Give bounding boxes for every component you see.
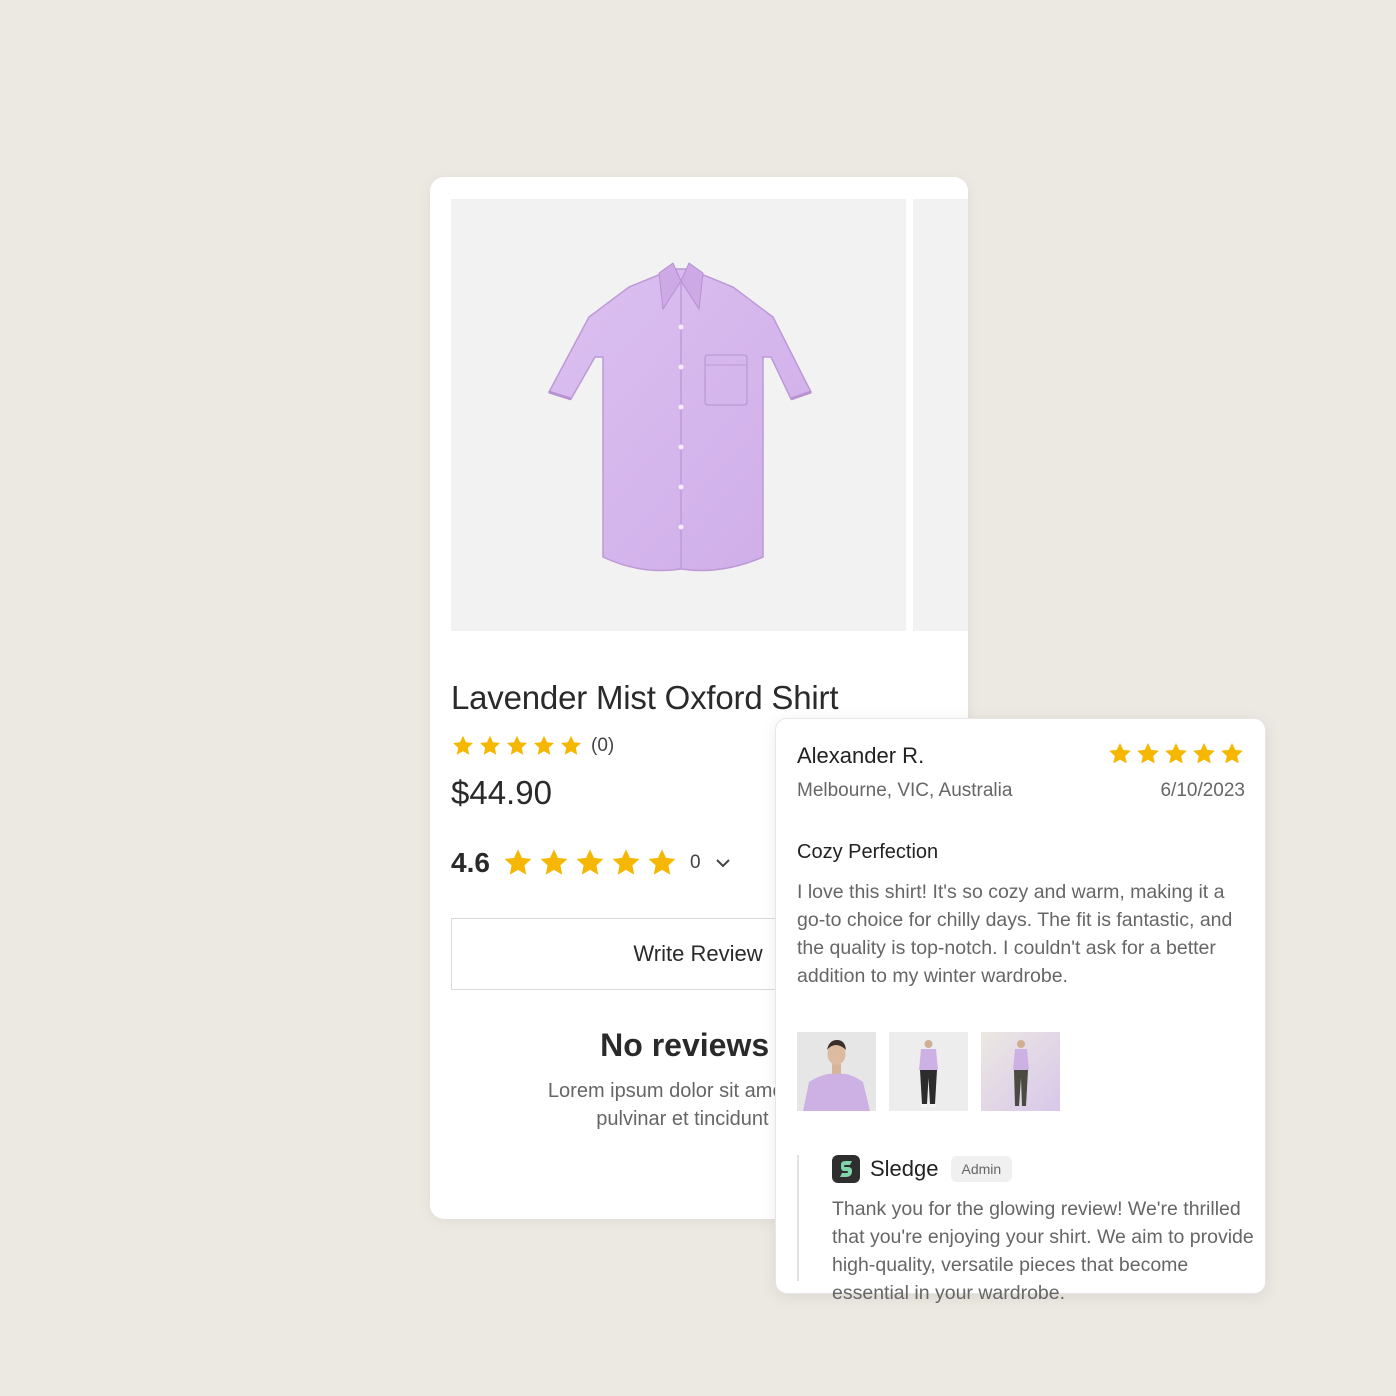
sledge-logo-icon (832, 1155, 860, 1183)
review-photo[interactable] (981, 1032, 1060, 1111)
review-photos (797, 1032, 1060, 1111)
star-icon (561, 735, 581, 755)
review-count: 0 (689, 852, 701, 873)
model-closeup-photo (797, 1032, 876, 1111)
average-rating-value: 4.6 (451, 847, 490, 878)
review-date: 6/10/2023 (1160, 780, 1245, 801)
admin-reply: Sledge Admin Thank you for the glowing r… (797, 1155, 1254, 1304)
reviewer-name: Alexander R. (797, 743, 925, 768)
star-icon (1165, 742, 1187, 764)
star-icon (1137, 742, 1159, 764)
product-rating[interactable]: (0) (451, 734, 614, 758)
chevron-down-icon[interactable] (715, 858, 731, 868)
review-photo[interactable] (889, 1032, 968, 1111)
average-rating-stars (502, 847, 678, 879)
next-product-image[interactable] (913, 199, 968, 631)
product-price: $44.90 (451, 774, 552, 811)
star-icon (1221, 742, 1243, 764)
star-icon (507, 735, 527, 755)
review-title: Cozy Perfection (797, 841, 939, 863)
model-side-photo (981, 1032, 1060, 1111)
star-icon (453, 735, 473, 755)
reply-header: Sledge Admin (832, 1155, 1247, 1183)
star-icon (480, 735, 500, 755)
review-card: Alexander R. Melbourne, VIC, Australia 6… (775, 718, 1266, 1304)
star-icon (534, 735, 554, 755)
star-icon (576, 849, 604, 875)
review-photo[interactable] (797, 1032, 876, 1111)
reply-brand-name: Sledge (870, 1156, 939, 1181)
review-stars (1107, 741, 1245, 767)
star-icon (612, 849, 640, 875)
review-body: I love this shirt! It's so cozy and warm… (797, 881, 1233, 987)
shirt-illustration (547, 262, 813, 572)
model-front-photo (889, 1032, 968, 1111)
product-title: Lavender Mist Oxford Shirt (451, 679, 839, 716)
star-icon (1109, 742, 1131, 764)
star-icon (1193, 742, 1215, 764)
rating-stars (451, 734, 583, 758)
star-icon (648, 849, 676, 875)
star-icon (540, 849, 568, 875)
star-icon (504, 849, 532, 875)
admin-badge: Admin (950, 1156, 1013, 1182)
reply-body: Thank you for the glowing review! We're … (832, 1198, 1254, 1304)
reviewer-location: Melbourne, VIC, Australia (797, 780, 1013, 801)
rating-count: (0) (591, 735, 615, 756)
product-image[interactable] (451, 199, 906, 631)
average-rating-summary[interactable]: 4.6 0 (451, 847, 731, 879)
